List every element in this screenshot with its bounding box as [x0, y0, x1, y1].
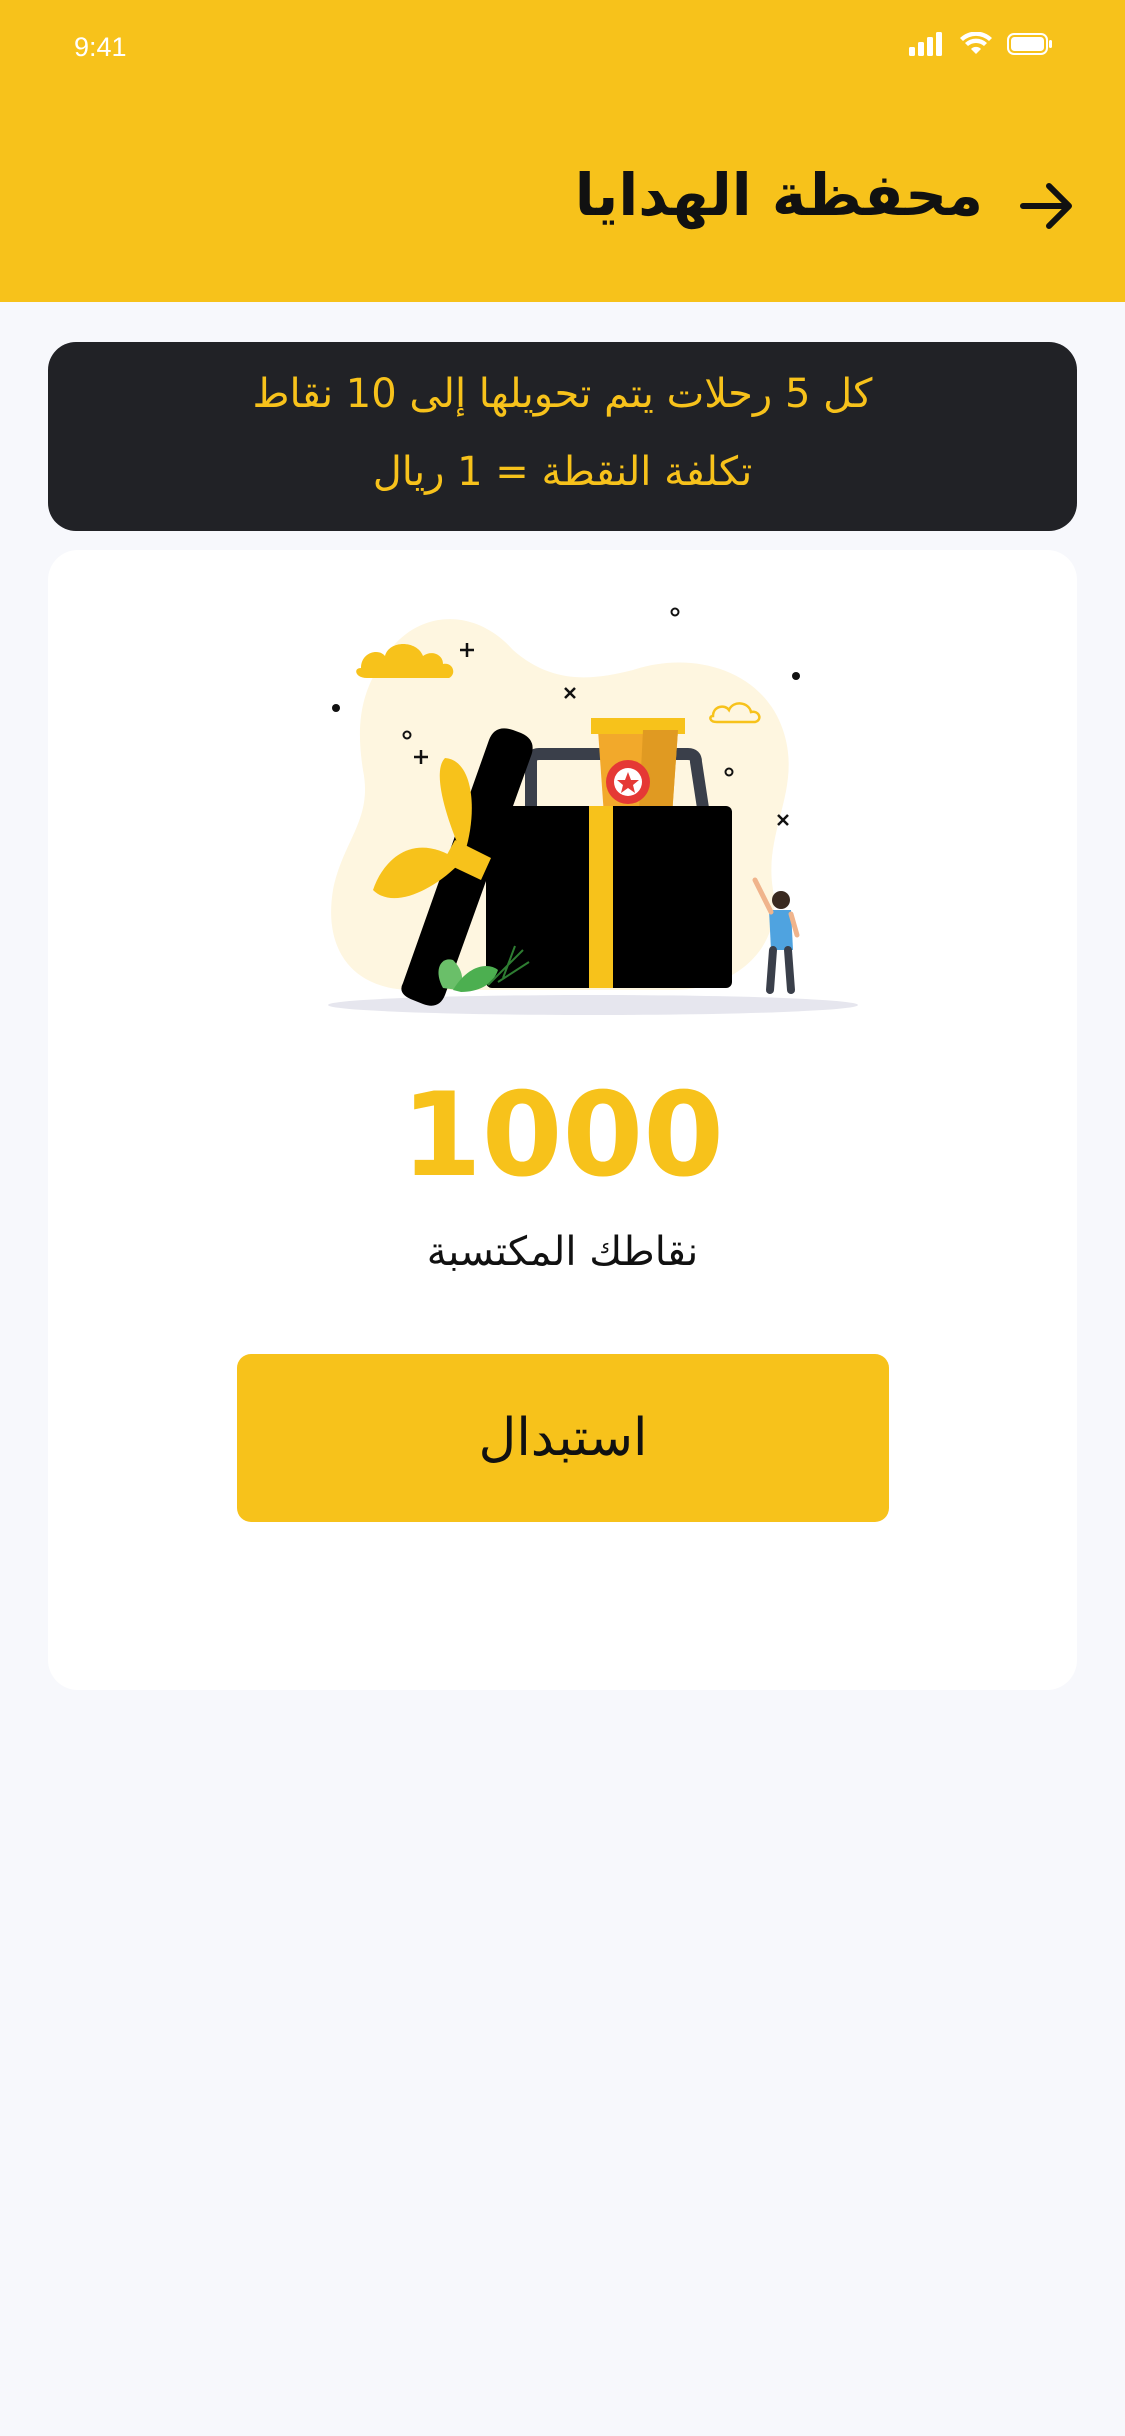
- points-card: 1000 نقاطك المكتسبة استبدال: [48, 550, 1077, 1690]
- info-line-point-cost: تكلفة النقطة = 1 ريال: [372, 449, 753, 495]
- info-line-trips: كل 5 رحلات يتم تحويلها إلى 10 نقاط: [252, 371, 873, 417]
- arrow-right-icon[interactable]: [1017, 180, 1077, 232]
- status-time: 9:41: [74, 32, 127, 62]
- points-value: 1000: [401, 1068, 724, 1203]
- page-title: محفظة الهدايا: [574, 161, 983, 229]
- app-header: 9:41 محفظة الهدايا: [0, 0, 1125, 302]
- cellular-signal-icon: [909, 32, 942, 56]
- battery-icon: [1007, 33, 1052, 55]
- status-icons: [909, 32, 1053, 56]
- gift-box-illustration: [328, 607, 858, 1015]
- wifi-icon: [960, 32, 992, 54]
- points-label: نقاطك المكتسبة: [426, 1229, 699, 1275]
- redeem-button[interactable]: استبدال: [237, 1354, 889, 1522]
- info-banner: كل 5 رحلات يتم تحويلها إلى 10 نقاط تكلفة…: [48, 342, 1077, 531]
